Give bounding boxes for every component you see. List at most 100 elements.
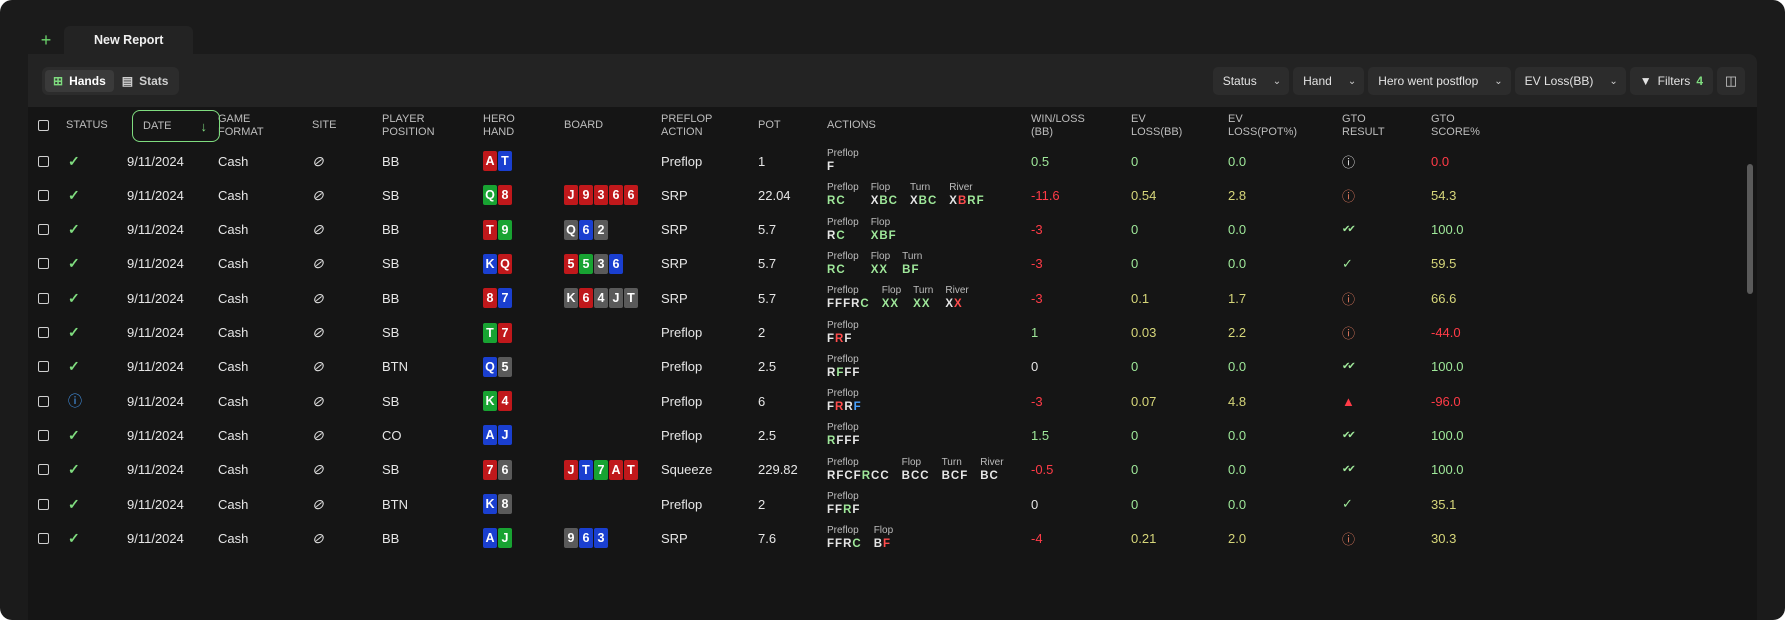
- site-logo-icon: ⊘: [312, 392, 324, 409]
- table-row[interactable]: ✓ 9/11/2024 Cash ⊘ BTN K 8 Preflop 2 Preflop FFRF 0…: [28, 487, 1757, 521]
- action-letter: C: [871, 469, 881, 482]
- tab-new-report[interactable]: New Report: [64, 26, 194, 54]
- gto-score-cell: 30.3: [1431, 530, 1457, 546]
- col-preflop-action[interactable]: PREFLOP ACTION: [661, 107, 712, 144]
- street-label: Flop: [870, 182, 891, 194]
- action-letter: R: [843, 538, 853, 551]
- preflop-action-cell: SRP: [661, 256, 688, 272]
- stats-view-button[interactable]: ▤ Stats: [114, 70, 177, 92]
- add-tab-button[interactable]: +: [28, 28, 64, 54]
- row-checkbox[interactable]: [38, 189, 49, 201]
- row-checkbox[interactable]: [38, 155, 49, 167]
- preflop-action-cell: SRP: [661, 530, 688, 546]
- col-board[interactable]: BOARD: [564, 107, 603, 144]
- status-check-icon: ✓: [68, 152, 80, 169]
- row-checkbox[interactable]: [38, 498, 49, 510]
- col-ev-loss-bb[interactable]: EV LOSS(BB): [1131, 107, 1182, 144]
- table-row[interactable]: ✓ 9/11/2024 Cash ⊘ BTN Q 5 Preflop 2.5 Preflop RFF…: [28, 350, 1757, 384]
- street-action-sequence: XX: [913, 297, 933, 311]
- win-loss-cell: -3: [1031, 256, 1043, 272]
- hands-view-button[interactable]: ⊞ Hands: [45, 70, 114, 92]
- pot-cell: 1: [758, 153, 766, 169]
- col-date-sort[interactable]: DATE ↓: [132, 110, 220, 142]
- hand-dropdown[interactable]: Hand ⌄: [1293, 67, 1365, 95]
- evloss-dropdown[interactable]: EV Loss(BB) ⌄: [1514, 67, 1626, 95]
- row-checkbox[interactable]: [38, 395, 49, 407]
- status-dropdown-label: Status: [1222, 74, 1257, 88]
- date-cell: 9/11/2024: [127, 187, 184, 203]
- street-label: Preflop: [827, 182, 859, 194]
- table-row[interactable]: ✓ 9/11/2024 Cash ⊘ BB A T Preflop 1 Preflop F 0.5 0 0…: [28, 144, 1757, 178]
- table-row[interactable]: ✓ 9/11/2024 Cash ⊘ BB A J 9 6 3 SRP 7.6 Preflop FFRC F…: [28, 521, 1757, 555]
- table-row[interactable]: ✓ 9/11/2024 Cash ⊘ SB Q 8 J 9 3 6 6 SRP 22.04 Preflop R…: [28, 178, 1757, 212]
- table-row[interactable]: ✓ 9/11/2024 Cash ⊘ BB 8 7 K 6 4 J T SRP 5.7 Preflop FFF…: [28, 281, 1757, 315]
- position-cell: BB: [382, 290, 400, 306]
- row-select-cell: [38, 247, 49, 281]
- filters-button[interactable]: ▼ Filters 4: [1629, 67, 1713, 95]
- pot-cell: 22.04: [758, 187, 791, 203]
- vertical-scrollbar[interactable]: [1747, 164, 1753, 294]
- row-checkbox[interactable]: [38, 258, 49, 270]
- row-checkbox[interactable]: [38, 361, 49, 373]
- action-letter: R: [827, 435, 837, 448]
- ev-loss-bb-cell: 0: [1131, 153, 1139, 169]
- ev-loss-pot-cell: 2.0: [1228, 530, 1247, 546]
- row-checkbox[interactable]: [38, 429, 49, 441]
- table-row[interactable]: ✓ 9/11/2024 Cash ⊘ BB T 9 Q 6 2 SRP 5.7 Preflop RC Flo…: [28, 213, 1757, 247]
- status-dropdown[interactable]: Status ⌄: [1212, 67, 1290, 95]
- col-game-format[interactable]: GAME FORMAT: [218, 107, 264, 144]
- board-cell: JT7AT: [564, 453, 639, 487]
- select-all-checkbox[interactable]: [38, 120, 49, 131]
- card: A: [483, 528, 497, 549]
- table-row[interactable]: ✓ 9/11/2024 Cash ⊘ SB T 7 Preflop 2 Preflop FRF 1 0.…: [28, 316, 1757, 350]
- street-label: Turn: [913, 285, 934, 297]
- col-gto-result[interactable]: GTO RESULT: [1342, 107, 1385, 144]
- game-format-cell: Cash: [218, 325, 249, 340]
- game-format-cell: Cash: [218, 393, 249, 409]
- board-cell: K64JT: [564, 281, 639, 315]
- status-cell: ✓: [68, 350, 80, 384]
- col-hero-hand[interactable]: HERO HAND: [483, 107, 515, 144]
- card: 3: [594, 253, 608, 274]
- position-cell: BTN: [382, 359, 408, 375]
- status-check-icon: ✓: [68, 461, 80, 478]
- row-checkbox[interactable]: [38, 292, 49, 304]
- row-checkbox[interactable]: [38, 224, 49, 236]
- street-action-sequence: FRF: [827, 332, 859, 346]
- table-row[interactable]: ✓ 9/11/2024 Cash ⊘ SB 7 6 J T 7 A T Squeeze 229.82 Pre…: [28, 453, 1757, 487]
- row-checkbox[interactable]: [38, 327, 49, 338]
- table-row[interactable]: ✓ 9/11/2024 Cash ⊘ SB K Q 5 5 3 6 SRP 5.7 Preflop RC Fl…: [28, 247, 1757, 281]
- col-win-loss[interactable]: WIN/LOSS (BB): [1031, 107, 1085, 144]
- postflop-dropdown[interactable]: Hero went postflop ⌄: [1368, 67, 1511, 95]
- street-label: Turn: [902, 250, 923, 262]
- action-letter: C: [860, 298, 870, 311]
- action-letter: B: [901, 469, 911, 482]
- action-letter: B: [980, 469, 990, 482]
- col-ev-loss-pot[interactable]: EV LOSS(POT%): [1228, 107, 1297, 144]
- street-actions: Turn XX: [913, 285, 933, 315]
- row-checkbox[interactable]: [38, 532, 49, 544]
- row-select-cell: [38, 144, 49, 178]
- col-status[interactable]: STATUS: [66, 107, 108, 144]
- action-letter: X: [913, 298, 922, 311]
- gto-score-cell: 100.0: [1431, 427, 1464, 443]
- col-pot[interactable]: POT: [758, 107, 781, 144]
- card: 8: [483, 288, 497, 309]
- table-row[interactable]: ✓ 9/11/2024 Cash ⊘ CO A J Preflop 2.5 Preflop RFFF…: [28, 418, 1757, 452]
- col-player-position[interactable]: PLAYER POSITION: [382, 107, 435, 144]
- street-actions: Flop XX: [882, 285, 901, 315]
- card: 3: [594, 185, 608, 206]
- action-letter: F: [827, 161, 836, 173]
- row-checkbox[interactable]: [38, 464, 49, 476]
- card: 7: [498, 288, 512, 309]
- action-letter: X: [921, 298, 931, 311]
- col-gto-score[interactable]: GTO SCORE%: [1431, 107, 1480, 144]
- column-settings-button[interactable]: ◫: [1717, 67, 1745, 95]
- col-actions[interactable]: ACTIONS: [827, 107, 876, 144]
- gto-result-cell: ✔✔: [1342, 213, 1356, 247]
- col-site[interactable]: SITE: [312, 107, 336, 144]
- status-check-icon: ✓: [68, 324, 80, 340]
- gto-score-cell: -44.0: [1431, 325, 1461, 340]
- table-row[interactable]: ⓘ 9/11/2024 Cash ⊘ SB K 4 Preflop 6 Preflop FRRF -3…: [28, 384, 1757, 418]
- action-letter: R: [827, 263, 837, 276]
